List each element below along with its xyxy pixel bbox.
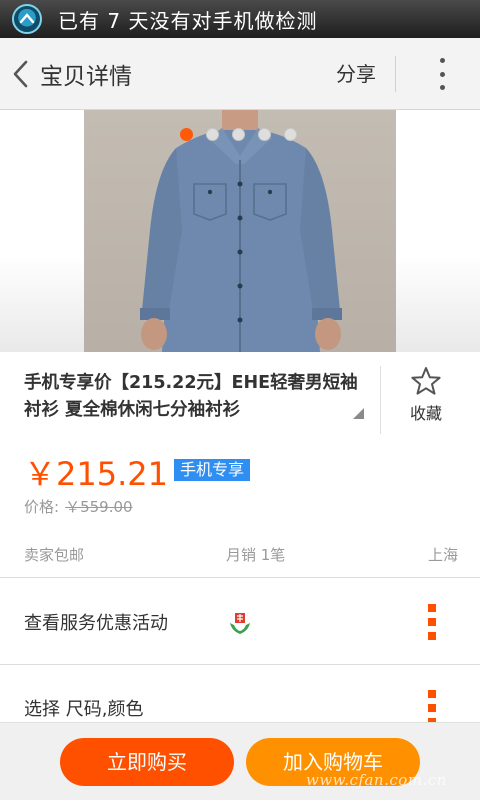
pager-dot[interactable]: [284, 128, 297, 141]
back-button[interactable]: [2, 38, 38, 110]
security-app-icon[interactable]: [12, 4, 42, 34]
product-title-block: 手机专享价【215.22元】EHE轻奢男短袖衬衫 夏全棉休闲七分袖衬衫 收藏: [0, 352, 480, 444]
monthly-sales: 月销 1笔: [226, 546, 286, 564]
app-header: 宝贝详情 分享: [0, 38, 480, 110]
favorite-button[interactable]: 收藏: [396, 366, 456, 426]
bottom-action-bar: 立即购买 加入购物车 www.cfan.com.cn: [0, 722, 480, 800]
buy-now-button[interactable]: 立即购买: [60, 738, 234, 786]
product-title[interactable]: 手机专享价【215.22元】EHE轻奢男短袖衬衫 夏全棉休闲七分袖衬衫: [24, 370, 364, 424]
original-price-row: 价格: ￥559.00: [24, 496, 133, 517]
current-price: ￥215.21: [24, 455, 168, 493]
pager-dot[interactable]: [232, 128, 245, 141]
gallery-pager: [180, 128, 297, 141]
product-photo[interactable]: [84, 110, 396, 352]
original-price: ￥559.00: [65, 498, 133, 516]
status-message: 已有 7 天没有对手机做检测: [58, 8, 318, 33]
pager-dot[interactable]: [206, 128, 219, 141]
seller-location: 上海: [428, 546, 459, 564]
header-divider: [395, 56, 396, 92]
authentic-guarantee-icon: [230, 613, 250, 634]
services-promotions-row[interactable]: 查看服务优惠活动: [0, 579, 480, 665]
pager-dot[interactable]: [180, 128, 193, 141]
options-more-icon[interactable]: [428, 690, 436, 726]
shirt-model-image: [140, 110, 342, 352]
chevron-left-icon: [13, 60, 28, 87]
page-title: 宝贝详情: [40, 63, 132, 90]
expand-title-icon[interactable]: [353, 408, 364, 419]
star-icon: [411, 367, 441, 395]
share-button[interactable]: 分享: [336, 38, 376, 110]
services-more-icon[interactable]: [428, 604, 436, 640]
more-options-button[interactable]: [434, 58, 450, 90]
favorite-label: 收藏: [409, 404, 442, 423]
site-watermark: www.cfan.com.cn: [306, 771, 447, 789]
more-dot-icon: [439, 58, 445, 63]
pager-dot[interactable]: [258, 128, 271, 141]
more-dot-icon: [439, 85, 445, 90]
favorite-divider: [380, 366, 381, 434]
options-label: 选择 尺码,颜色: [24, 699, 144, 720]
product-gallery[interactable]: [0, 110, 480, 352]
price-row: ￥215.21 手机专享: [24, 450, 250, 494]
status-bar: 已有 7 天没有对手机做检测: [0, 0, 480, 38]
mobile-exclusive-badge: 手机专享: [173, 459, 250, 481]
shipping-sales-location-row: 卖家包邮 月销 1笔 上海: [0, 538, 480, 578]
shipping-info: 卖家包邮: [24, 546, 85, 564]
original-price-label: 价格:: [24, 498, 60, 516]
services-label: 查看服务优惠活动: [24, 613, 168, 634]
more-dot-icon: [439, 71, 445, 77]
